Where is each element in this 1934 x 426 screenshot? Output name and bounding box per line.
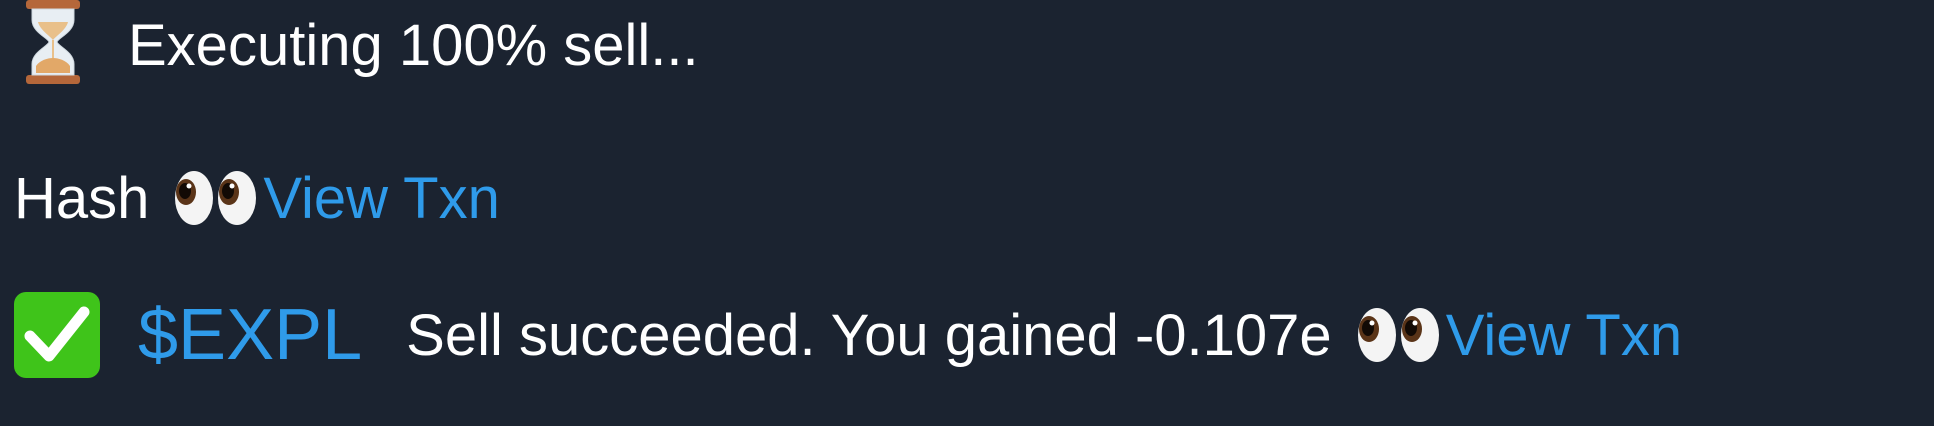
hash-line: Hash View Txn (14, 160, 500, 236)
eyes-icon (1357, 308, 1439, 362)
ticker-link[interactable]: $EXPL (138, 294, 362, 376)
result-text: Sell succeeded. You gained -0.107e (406, 302, 1332, 368)
hash-label: Hash (14, 165, 150, 231)
executing-line: Executing 100% sell... (24, 0, 699, 90)
view-txn-link[interactable]: View Txn (1446, 302, 1682, 369)
view-txn-link[interactable]: View Txn (263, 165, 499, 232)
check-mark-icon (14, 292, 100, 378)
hourglass-icon (26, 0, 80, 84)
eyes-icon (175, 171, 257, 225)
chat-message-area: Executing 100% sell... Hash View Txn $EX… (0, 0, 1934, 426)
result-line: $EXPL Sell succeeded. You gained -0.107e… (14, 290, 1682, 380)
executing-text: Executing 100% sell... (128, 12, 699, 78)
